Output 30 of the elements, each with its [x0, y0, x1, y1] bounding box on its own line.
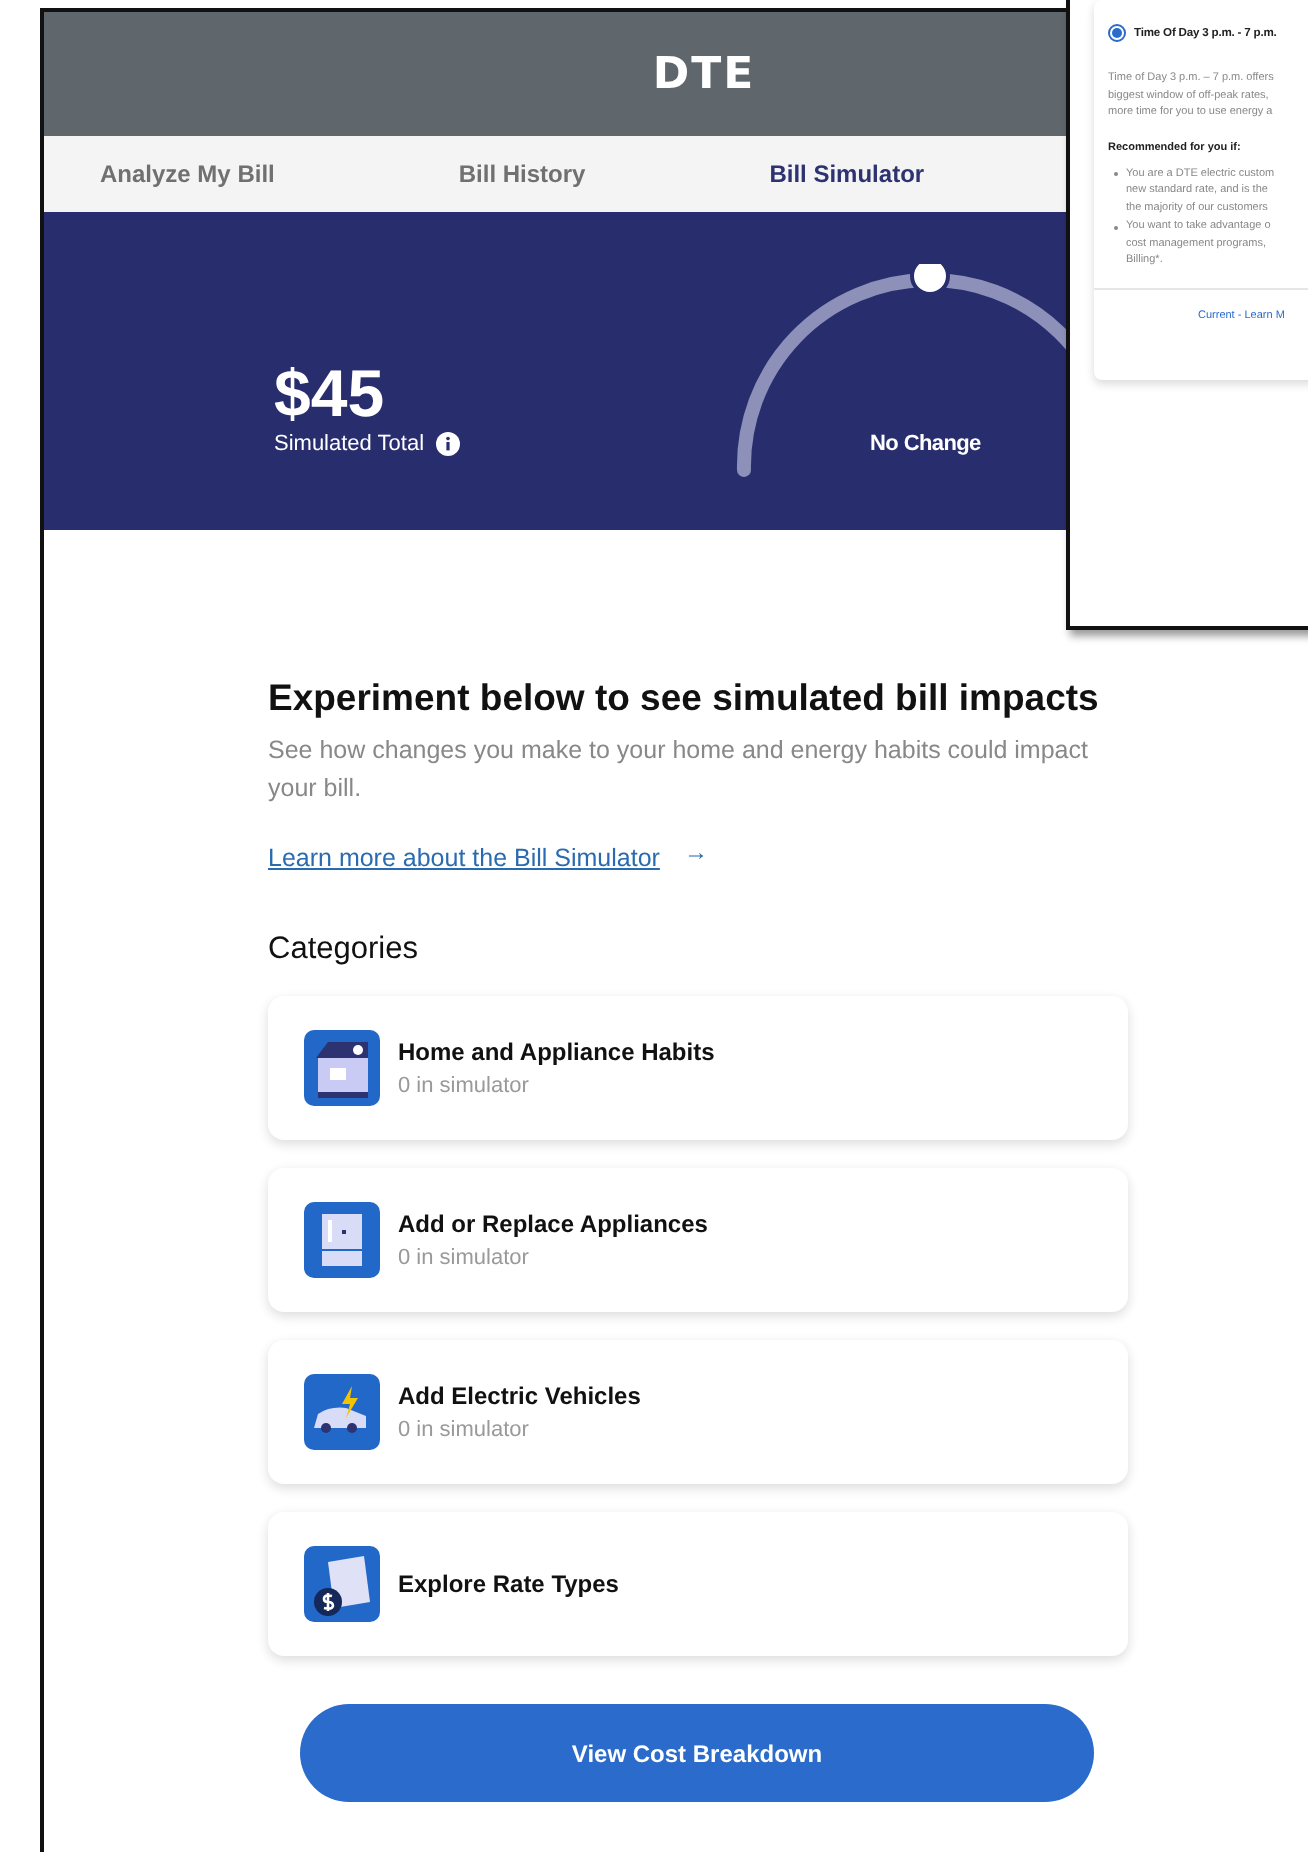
house-icon [304, 1030, 380, 1106]
tab[interactable]: Bill Simulator [769, 160, 925, 188]
rate-document-icon [304, 1546, 380, 1622]
section-title: Experiment below to see simulated bill impacts [268, 674, 1099, 722]
tab[interactable]: Analyze My Bill [100, 160, 275, 188]
category-card[interactable]: Add Electric Vehicles 0 in simulator [268, 1340, 1128, 1484]
category-title: Explore Rate Types [398, 1570, 619, 1598]
logo: DTE [652, 49, 756, 99]
category-card[interactable]: Home and Appliance Habits 0 in simulator [268, 996, 1128, 1140]
category-count: 0 in simulator [398, 1418, 531, 1442]
gauge-label: No Change [870, 432, 981, 456]
arrow-icon: → [683, 838, 708, 866]
radio-button[interactable] [1108, 24, 1126, 42]
category-count: 0 in simulator [398, 1246, 531, 1270]
tab[interactable]: Bill History [458, 160, 586, 188]
category-title: Add Electric Vehicles [398, 1382, 641, 1410]
info-icon[interactable] [436, 432, 461, 456]
learn-more-link[interactable]: Learn more about the Bill Simulator [268, 844, 660, 872]
electric-car-icon [304, 1374, 380, 1450]
category-card[interactable]: Explore Rate Types [268, 1512, 1128, 1656]
category-card[interactable]: Add or Replace Appliances 0 in simulator [268, 1168, 1128, 1312]
categories-title: Categories [268, 932, 420, 968]
simulated-amount: $45 [274, 356, 387, 432]
category-title: Add or Replace Appliances [398, 1210, 708, 1238]
fridge-icon [304, 1202, 380, 1278]
simulated-total-label: Simulated Total [274, 432, 425, 456]
view-cost-breakdown-button[interactable]: View Cost Breakdown [300, 1704, 1094, 1802]
section-description: See how changes you make to your home and energy habits could impact your bill. [268, 734, 1090, 806]
category-count: 0 in simulator [398, 1074, 531, 1098]
category-title: Home and Appliance Habits [398, 1038, 715, 1066]
